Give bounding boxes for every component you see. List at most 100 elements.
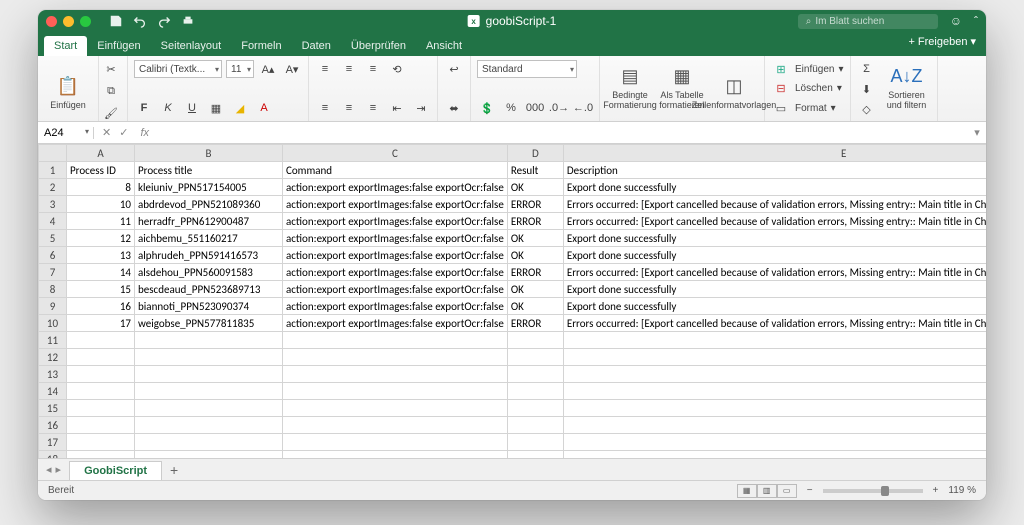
currency-icon[interactable]: 💲 (477, 99, 497, 117)
cell[interactable]: OK (507, 230, 563, 247)
cell[interactable]: Export done successfully (563, 298, 986, 315)
number-format-combo[interactable]: Standard (477, 60, 577, 78)
tab-formulas[interactable]: Formeln (231, 36, 291, 56)
row-header[interactable]: 18 (39, 451, 67, 459)
border-button[interactable]: ▦ (206, 99, 226, 117)
cell[interactable]: biannoti_PPN523090374 (135, 298, 283, 315)
print-icon[interactable] (181, 14, 195, 28)
align-left-icon[interactable]: ≡ (315, 99, 335, 117)
cell[interactable]: 12 (67, 230, 135, 247)
cell[interactable]: Errors occurred: [Export cancelled becau… (563, 213, 986, 230)
cell[interactable] (563, 349, 986, 366)
format-cells-icon[interactable]: ▭ (771, 99, 791, 117)
cell[interactable]: 14 (67, 264, 135, 281)
cell[interactable] (135, 349, 283, 366)
view-page-layout-icon[interactable]: ▥ (757, 484, 777, 498)
cell[interactable] (67, 332, 135, 349)
insert-cells-icon[interactable]: ⊞ (771, 60, 791, 78)
row-header[interactable]: 3 (39, 196, 67, 213)
row-header[interactable]: 10 (39, 315, 67, 332)
merge-cells-icon[interactable]: ⬌ (444, 99, 464, 117)
cell[interactable] (507, 332, 563, 349)
add-sheet-button[interactable]: + (162, 462, 186, 478)
cell[interactable]: Command (283, 162, 508, 179)
row-header[interactable]: 1 (39, 162, 67, 179)
zoom-slider[interactable] (823, 489, 923, 493)
cell[interactable]: OK (507, 298, 563, 315)
cell[interactable]: action:export exportImages:false exportO… (283, 179, 508, 196)
decrease-font-icon[interactable]: A▾ (282, 60, 302, 78)
undo-icon[interactable] (133, 14, 147, 28)
cell[interactable] (283, 349, 508, 366)
row-header[interactable]: 9 (39, 298, 67, 315)
conditional-formatting-button[interactable]: ▤ Bedingte Formatierung (606, 60, 654, 112)
increase-font-icon[interactable]: A▴ (258, 60, 278, 78)
cell[interactable]: ERROR (507, 315, 563, 332)
cell[interactable] (507, 451, 563, 459)
col-header-d[interactable]: D (507, 145, 563, 162)
cell[interactable]: action:export exportImages:false exportO… (283, 247, 508, 264)
fill-icon[interactable]: ⬇ (857, 80, 877, 98)
sort-filter-button[interactable]: A↓Z Sortieren und filtern (883, 60, 931, 112)
sheet-nav-next-icon[interactable]: ▸ (56, 463, 62, 476)
cell[interactable]: action:export exportImages:false exportO… (283, 315, 508, 332)
cell[interactable] (67, 349, 135, 366)
close-icon[interactable] (46, 16, 57, 27)
row-header[interactable]: 15 (39, 400, 67, 417)
cell[interactable]: action:export exportImages:false exportO… (283, 281, 508, 298)
tab-review[interactable]: Überprüfen (341, 36, 416, 56)
cell[interactable]: kleiuniv_PPN517154005 (135, 179, 283, 196)
cell[interactable] (67, 417, 135, 434)
cell[interactable]: 11 (67, 213, 135, 230)
cell[interactable]: ERROR (507, 196, 563, 213)
cell[interactable] (67, 451, 135, 459)
fx-icon[interactable]: fx (136, 127, 149, 139)
enter-formula-icon[interactable]: ✓ (119, 126, 128, 139)
col-header-a[interactable]: A (67, 145, 135, 162)
format-cells-label[interactable]: Format (795, 103, 827, 114)
cell[interactable]: 16 (67, 298, 135, 315)
cell[interactable]: Errors occurred: [Export cancelled becau… (563, 264, 986, 281)
delete-cells-label[interactable]: Löschen (795, 83, 833, 94)
comma-icon[interactable]: 000 (525, 99, 545, 117)
cell[interactable] (67, 434, 135, 451)
autosum-icon[interactable]: Σ (857, 60, 877, 78)
tab-start[interactable]: Start (44, 36, 87, 56)
align-center-icon[interactable]: ≡ (339, 99, 359, 117)
cell[interactable]: Errors occurred: [Export cancelled becau… (563, 315, 986, 332)
cell[interactable]: Export done successfully (563, 247, 986, 264)
cell[interactable]: action:export exportImages:false exportO… (283, 298, 508, 315)
row-header[interactable]: 11 (39, 332, 67, 349)
cell[interactable] (283, 332, 508, 349)
align-top-icon[interactable]: ≡ (315, 60, 335, 78)
col-header-b[interactable]: B (135, 145, 283, 162)
cell[interactable] (507, 349, 563, 366)
cell[interactable]: Export done successfully (563, 281, 986, 298)
name-box[interactable]: A24 (38, 127, 94, 139)
indent-decrease-icon[interactable]: ⇤ (387, 99, 407, 117)
font-color-button[interactable]: A (254, 99, 274, 117)
sheet-tab[interactable]: GoobiScript (69, 461, 162, 480)
search-input[interactable]: ⌕ Im Blatt suchen (798, 14, 938, 29)
cell[interactable]: Process ID (67, 162, 135, 179)
bold-button[interactable]: F (134, 99, 154, 117)
row-header[interactable]: 6 (39, 247, 67, 264)
insert-cells-label[interactable]: Einfügen (795, 64, 834, 75)
cell[interactable] (283, 451, 508, 459)
cell[interactable]: Errors occurred: [Export cancelled becau… (563, 196, 986, 213)
cancel-formula-icon[interactable]: ✕ (102, 126, 111, 139)
cell[interactable] (563, 400, 986, 417)
cell[interactable]: 8 (67, 179, 135, 196)
cell[interactable]: Process title (135, 162, 283, 179)
row-header[interactable]: 13 (39, 366, 67, 383)
cell[interactable]: Export done successfully (563, 179, 986, 196)
fill-color-button[interactable]: ◢ (230, 99, 250, 117)
cell[interactable]: action:export exportImages:false exportO… (283, 264, 508, 281)
tab-page-layout[interactable]: Seitenlayout (151, 36, 232, 56)
cell[interactable] (283, 400, 508, 417)
cell[interactable]: 17 (67, 315, 135, 332)
cell[interactable]: bescdeaud_PPN523689713 (135, 281, 283, 298)
cell[interactable]: alphrudeh_PPN591416573 (135, 247, 283, 264)
cell[interactable]: 13 (67, 247, 135, 264)
cell[interactable]: ERROR (507, 213, 563, 230)
